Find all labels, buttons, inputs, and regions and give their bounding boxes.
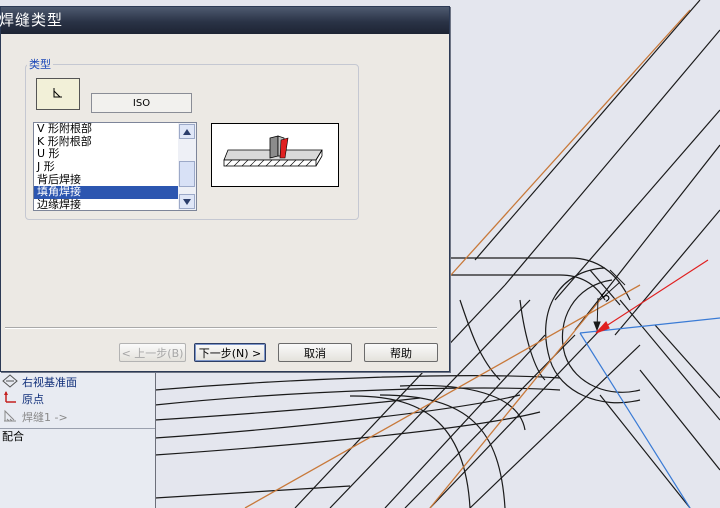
prev-button[interactable]: < 上一步(B) [119,343,186,362]
weld-type-dialog: 焊缝类型 类型 ISO V 形附根部 K 形附根部 U 形 J 形 背后焊接 填… [0,6,450,372]
button-divider [5,327,437,329]
weld-preview [211,123,339,187]
fillet-weld-icon [52,87,64,102]
plane-icon [2,373,18,391]
type-group-label: 类型 [27,56,53,72]
tree-item-origin[interactable]: 原点 [2,390,44,408]
weld-symbol-button[interactable] [36,78,80,110]
dialog-titlebar[interactable]: 焊缝类型 [0,7,449,34]
list-item[interactable]: U 形 [34,148,178,161]
tree-item-label: 原点 [22,393,44,406]
list-scrollbar[interactable] [178,123,196,210]
tree-divider [0,428,155,429]
tree-item-label: 配合 [2,430,24,443]
standard-field: ISO [91,93,192,113]
chevron-down-icon [183,198,191,205]
scroll-up-button[interactable] [179,124,195,139]
weld-type-list[interactable]: V 形附根部 K 形附根部 U 形 J 形 背后焊接 填角焊接 边缘焊接 [33,122,197,211]
weld-type-items: V 形附根部 K 形附根部 U 形 J 形 背后焊接 填角焊接 边缘焊接 [34,123,178,210]
tree-item-mates[interactable]: 配合 [2,428,24,444]
tree-item-label: 右视基准面 [22,376,77,389]
chevron-up-icon [183,128,191,135]
weld-icon [2,409,18,426]
scroll-thumb[interactable] [179,161,195,187]
cancel-button[interactable]: 取消 [278,343,352,362]
dialog-title: 焊缝类型 [0,11,64,29]
list-item[interactable]: V 形附根部 [34,123,178,136]
next-button[interactable]: 下一步(N) > [194,343,266,362]
tree-item-label: 焊缝1 -> [22,411,68,424]
help-button[interactable]: 帮助 [364,343,438,362]
list-item[interactable]: J 形 [34,160,178,174]
scroll-down-button[interactable] [179,194,195,209]
feature-tree: 右视基准面 原点 焊缝1 -> 配合 [0,372,156,508]
tree-item-right-plane[interactable]: 右视基准面 [2,373,77,391]
origin-icon [2,390,18,408]
weld-preview-image [223,135,323,167]
list-item[interactable]: 边缘焊接 [34,198,178,210]
tree-item-weld[interactable]: 焊缝1 -> [2,409,68,425]
